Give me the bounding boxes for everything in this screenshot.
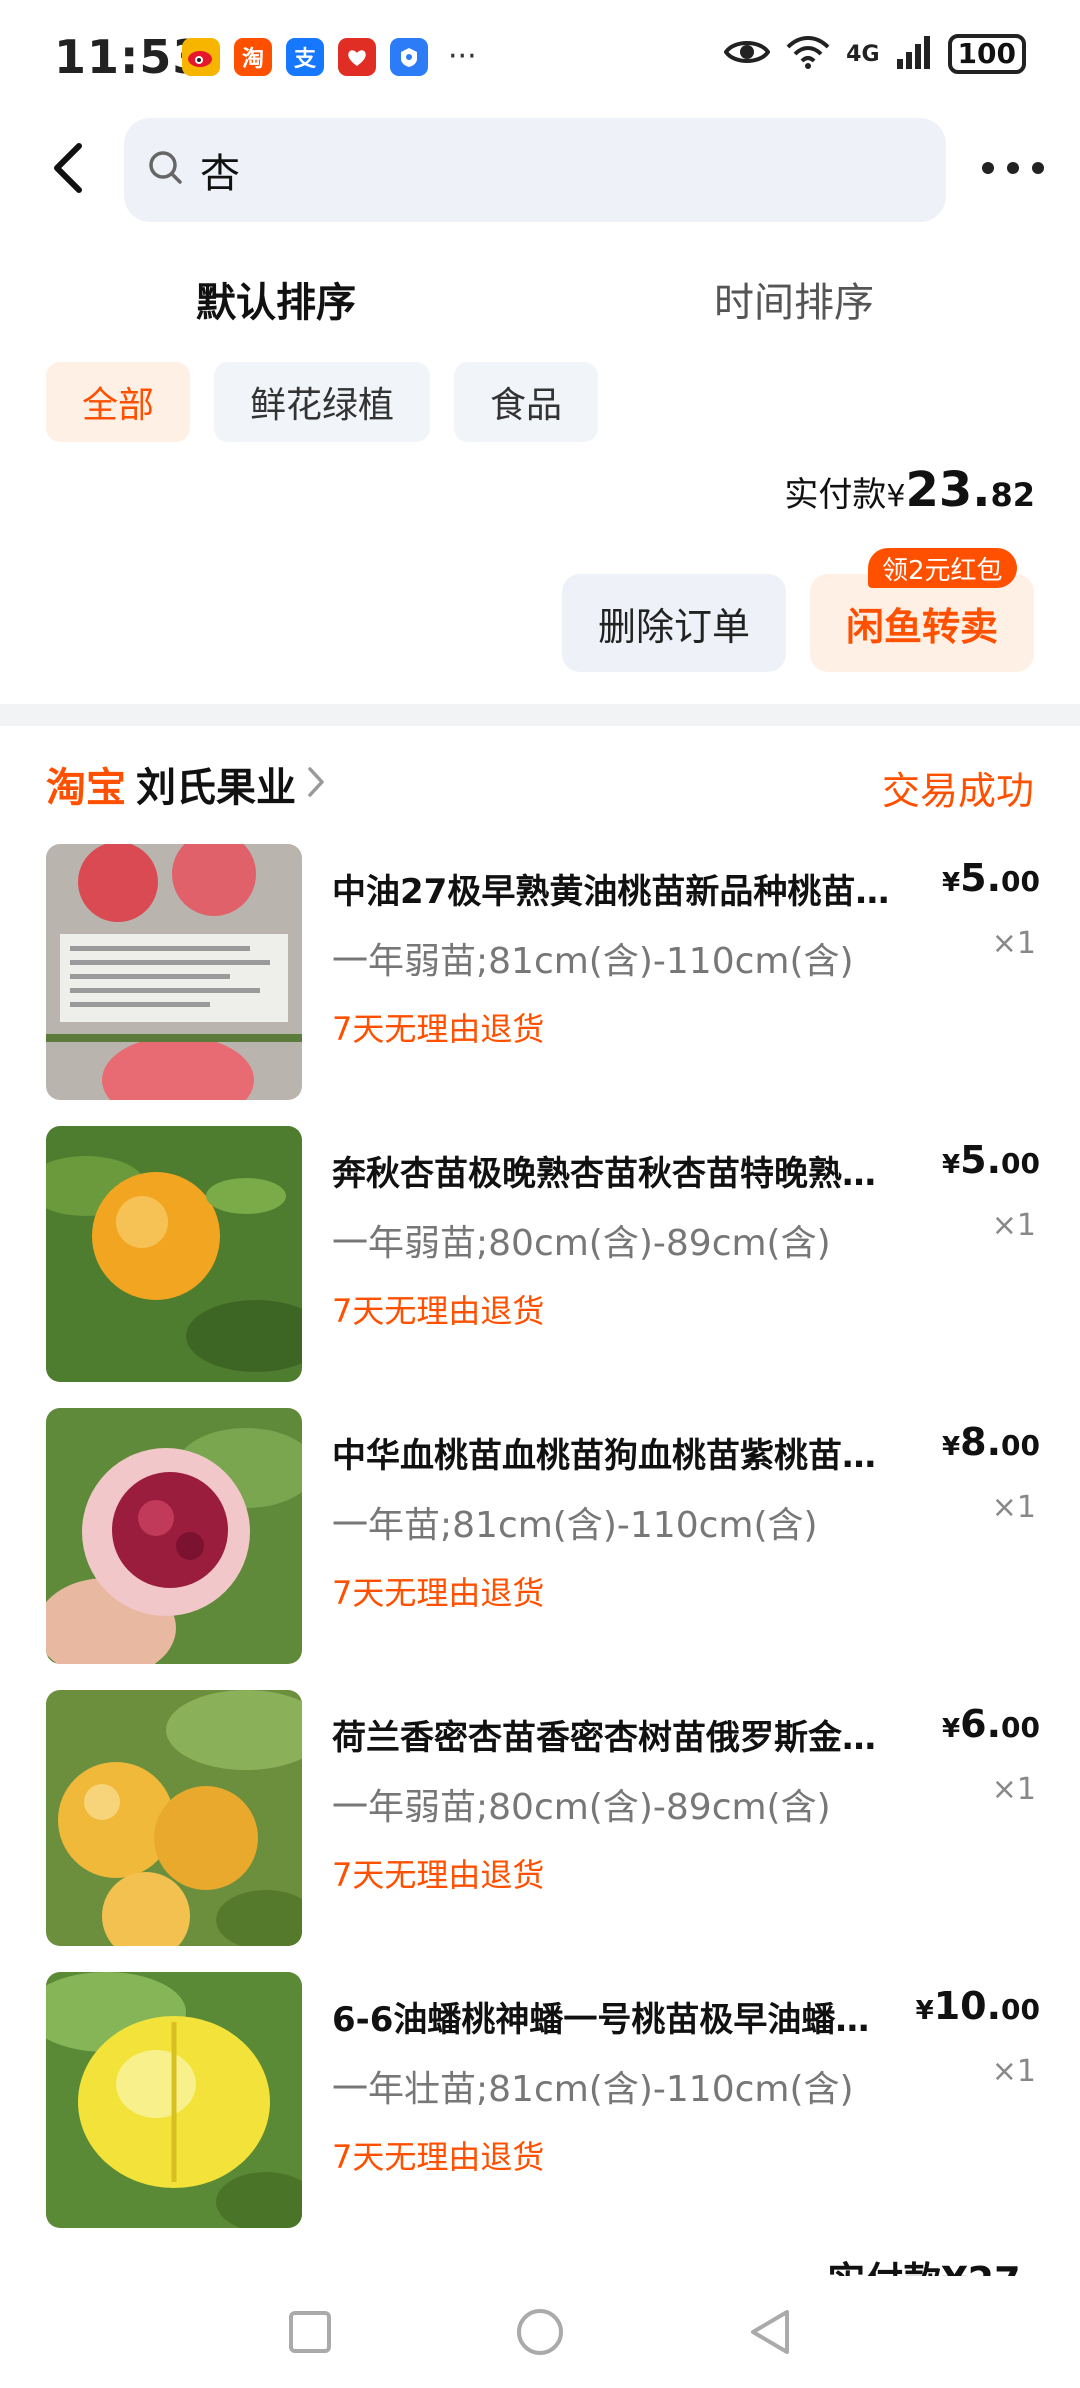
currency-symbol: ¥ <box>942 1150 961 1180</box>
product-title: 荷兰香密杏苗香密杏树苗俄罗斯金… <box>332 1718 876 1758</box>
order-item[interactable]: 中华血桃苗血桃苗狗血桃苗紫桃苗… 一年苗;81cm(含)-110cm(含) 7天… <box>0 1408 1080 1664</box>
category-chip-flowers-plants[interactable]: 鲜花绿植 <box>214 362 430 442</box>
product-price: ¥ 5. 00 <box>942 1138 1040 1182</box>
product-image <box>46 1972 302 2228</box>
product-quantity: ×1 <box>991 1208 1036 1243</box>
price-integer: 5. <box>960 1138 1002 1182</box>
paid-label: 实付款 <box>784 475 887 515</box>
alipay-icon: 支 <box>286 38 324 76</box>
taobao-icon: 淘 <box>234 38 272 76</box>
chevron-left-icon <box>54 143 82 193</box>
search-icon <box>146 148 186 192</box>
delete-order-button[interactable]: 删除订单 <box>562 574 786 672</box>
product-quantity: ×1 <box>991 926 1036 961</box>
product-image <box>46 1408 302 1664</box>
order-paid-amount: 实付款 ¥ 23. 82 <box>784 462 1035 518</box>
paid-amount-integer: 23. <box>905 462 991 518</box>
status-bar: 11:53 淘 支 ··· 4G 100 <box>0 0 1080 110</box>
system-indicators: 4G 100 <box>723 34 1026 74</box>
product-image <box>46 1126 302 1382</box>
xianyu-resell-button[interactable]: 闲鱼转卖 <box>810 574 1034 672</box>
tab-default-sort[interactable]: 默认排序 <box>196 270 356 328</box>
currency-symbol: ¥ <box>942 1714 961 1744</box>
paid-amount-decimal: 82 <box>990 476 1035 514</box>
network-type: 4G <box>846 41 880 67</box>
weibo-icon <box>182 38 220 76</box>
price-integer: 10. <box>933 1984 1002 2028</box>
price-integer: 5. <box>960 856 1002 900</box>
battery-indicator: 100 <box>947 34 1026 74</box>
search-input[interactable]: 杏 <box>124 118 946 222</box>
product-sku: 一年弱苗;81cm(含)-110cm(含) <box>332 941 854 982</box>
red-packet-badge: 领2元红包 <box>868 548 1017 588</box>
order-status: 交易成功 <box>881 769 1034 813</box>
browser-icon <box>390 38 428 76</box>
product-sku: 一年壮苗;81cm(含)-110cm(含) <box>332 2069 854 2110</box>
order-item[interactable]: 中油27极早熟黄油桃苗新品种桃苗… 一年弱苗;81cm(含)-110cm(含) … <box>0 844 1080 1100</box>
shop-name: 刘氏果业 <box>136 765 296 811</box>
product-sku: 一年弱苗;80cm(含)-89cm(含) <box>332 1787 831 1828</box>
search-query-text: 杏 <box>200 151 240 197</box>
return-policy: 7天无理由退货 <box>332 1292 545 1330</box>
notification-icons: 淘 支 ··· <box>182 38 477 76</box>
product-title: 奔秋杏苗极晚熟杏苗秋杏苗特晚熟… <box>332 1154 876 1194</box>
product-title: 中油27极早熟黄油桃苗新品种桃苗… <box>332 872 890 912</box>
shop-header[interactable]: 淘宝 刘氏果业 <box>46 756 326 812</box>
price-integer: 6. <box>960 1702 1002 1746</box>
product-quantity: ×1 <box>991 2054 1036 2089</box>
product-price: ¥ 5. 00 <box>942 856 1040 900</box>
return-policy: 7天无理由退货 <box>332 1010 545 1048</box>
product-quantity: ×1 <box>991 1490 1036 1525</box>
wifi-icon <box>786 35 830 73</box>
price-decimal: 00 <box>1001 1711 1040 1744</box>
product-sku: 一年苗;81cm(含)-110cm(含) <box>332 1505 818 1546</box>
category-chip-all[interactable]: 全部 <box>46 362 190 442</box>
order-item[interactable]: 奔秋杏苗极晚熟杏苗秋杏苗特晚熟… 一年弱苗;80cm(含)-89cm(含) 7天… <box>0 1126 1080 1382</box>
return-policy: 7天无理由退货 <box>332 1574 545 1612</box>
signal-icon <box>896 35 932 73</box>
price-decimal: 00 <box>1001 1147 1040 1180</box>
product-sku: 一年弱苗;80cm(含)-89cm(含) <box>332 1223 831 1264</box>
category-chip-food[interactable]: 食品 <box>454 362 598 442</box>
currency-symbol: ¥ <box>942 868 961 898</box>
price-decimal: 00 <box>1001 865 1040 898</box>
product-price: ¥ 8. 00 <box>942 1420 1040 1464</box>
currency-symbol: ¥ <box>886 479 906 514</box>
more-options-icon[interactable] <box>982 148 1044 188</box>
product-price: ¥ 6. 00 <box>942 1702 1040 1746</box>
back-button[interactable] <box>40 140 96 196</box>
return-policy: 7天无理由退货 <box>332 1856 545 1894</box>
home-icon[interactable] <box>512 2304 568 2360</box>
currency-symbol: ¥ <box>915 1996 934 2026</box>
chevron-right-icon <box>306 765 326 803</box>
recent-apps-icon[interactable] <box>282 2304 338 2360</box>
more-notifications-icon: ··· <box>448 39 477 74</box>
product-quantity: ×1 <box>991 1772 1036 1807</box>
product-title: 中华血桃苗血桃苗狗血桃苗紫桃苗… <box>332 1436 876 1476</box>
tab-time-sort[interactable]: 时间排序 <box>714 270 874 328</box>
price-integer: 8. <box>960 1420 1002 1464</box>
price-decimal: 00 <box>1001 1993 1040 2026</box>
back-nav-icon[interactable] <box>742 2304 798 2360</box>
order-item[interactable]: 荷兰香密杏苗香密杏树苗俄罗斯金… 一年弱苗;80cm(含)-89cm(含) 7天… <box>0 1690 1080 1946</box>
product-title: 6-6油蟠桃神蟠一号桃苗极早油蟠… <box>332 2000 870 2040</box>
order-item[interactable]: 6-6油蟠桃神蟠一号桃苗极早油蟠… 一年壮苗;81cm(含)-110cm(含) … <box>0 1972 1080 2228</box>
currency-symbol: ¥ <box>942 1432 961 1462</box>
next-order-paid-amount: 实付款¥27. <box>827 2250 1035 2276</box>
price-decimal: 00 <box>1001 1429 1040 1462</box>
product-price: ¥ 10. 00 <box>916 1984 1040 2028</box>
product-image <box>46 1690 302 1946</box>
eye-icon <box>723 37 771 71</box>
order-divider <box>0 704 1080 726</box>
platform-label: 淘宝 <box>46 765 126 811</box>
pinduoduo-icon <box>338 38 376 76</box>
return-policy: 7天无理由退货 <box>332 2138 545 2176</box>
system-navigation-bar <box>0 2276 1080 2388</box>
product-image <box>46 844 302 1100</box>
